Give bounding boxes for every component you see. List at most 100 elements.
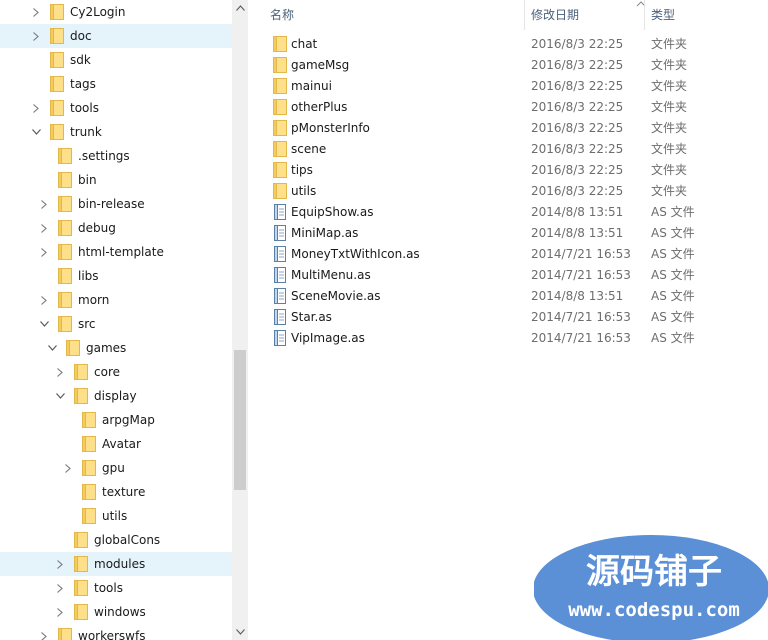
tree-item[interactable]: tools bbox=[0, 96, 232, 120]
tree-item[interactable]: bin bbox=[0, 168, 232, 192]
file-date: 2016/8/3 22:25 bbox=[531, 184, 624, 198]
nav-scrollbar[interactable] bbox=[232, 0, 248, 640]
chevron-right-icon[interactable] bbox=[30, 24, 42, 48]
tree-item-label: core bbox=[94, 365, 120, 379]
tree-item[interactable]: texture bbox=[0, 480, 232, 504]
folder-icon bbox=[273, 120, 287, 136]
scroll-thumb[interactable] bbox=[234, 350, 246, 490]
chevron-right-icon[interactable] bbox=[62, 456, 74, 480]
tree-item[interactable]: windows bbox=[0, 600, 232, 624]
tree-item[interactable]: doc bbox=[0, 24, 232, 48]
file-row[interactable]: chat 2016/8/3 22:25 文件夹 bbox=[248, 34, 768, 55]
tree-item[interactable]: bin-release bbox=[0, 192, 232, 216]
file-row[interactable]: tips 2016/8/3 22:25 文件夹 bbox=[248, 160, 768, 181]
file-date: 2014/8/8 13:51 bbox=[531, 205, 624, 219]
file-name: scene bbox=[291, 142, 327, 156]
file-row[interactable]: EquipShow.as 2014/8/8 13:51 AS 文件 bbox=[248, 202, 768, 223]
folder-icon bbox=[273, 36, 287, 52]
file-row[interactable]: utils 2016/8/3 22:25 文件夹 bbox=[248, 181, 768, 202]
tree-item[interactable]: debug bbox=[0, 216, 232, 240]
tree-item[interactable]: Avatar bbox=[0, 432, 232, 456]
file-row[interactable]: Star.as 2014/7/21 16:53 AS 文件 bbox=[248, 307, 768, 328]
file-name: Star.as bbox=[291, 310, 332, 324]
column-separator[interactable] bbox=[644, 0, 645, 30]
scroll-down-arrow[interactable] bbox=[232, 624, 248, 640]
column-header-type[interactable]: 类型 bbox=[651, 0, 675, 30]
tree-item[interactable]: gpu bbox=[0, 456, 232, 480]
chevron-right-icon[interactable] bbox=[38, 192, 50, 216]
chevron-right-icon[interactable] bbox=[54, 600, 66, 624]
tree-item-label: gpu bbox=[102, 461, 125, 475]
file-row[interactable]: otherPlus 2016/8/3 22:25 文件夹 bbox=[248, 97, 768, 118]
tree-item[interactable]: .settings bbox=[0, 144, 232, 168]
file-row[interactable]: pMonsterInfo 2016/8/3 22:25 文件夹 bbox=[248, 118, 768, 139]
file-name: VipImage.as bbox=[291, 331, 365, 345]
chevron-right-icon[interactable] bbox=[54, 360, 66, 384]
tree-item[interactable]: core bbox=[0, 360, 232, 384]
tree-item[interactable]: display bbox=[0, 384, 232, 408]
file-date: 2014/7/21 16:53 bbox=[531, 310, 631, 324]
file-row[interactable]: scene 2016/8/3 22:25 文件夹 bbox=[248, 139, 768, 160]
file-row[interactable]: MiniMap.as 2014/8/8 13:51 AS 文件 bbox=[248, 223, 768, 244]
tree-item[interactable]: html-template bbox=[0, 240, 232, 264]
tree-item[interactable]: games bbox=[0, 336, 232, 360]
column-header-date[interactable]: 修改日期 bbox=[531, 0, 579, 30]
chevron-right-icon[interactable] bbox=[54, 576, 66, 600]
tree-item[interactable]: modules bbox=[0, 552, 232, 576]
tree-item[interactable]: tools bbox=[0, 576, 232, 600]
chevron-down-icon[interactable] bbox=[46, 336, 58, 360]
file-row[interactable]: MoneyTxtWithIcon.as 2014/7/21 16:53 AS 文件 bbox=[248, 244, 768, 265]
tree-item[interactable]: sdk bbox=[0, 48, 232, 72]
tree-item[interactable]: utils bbox=[0, 504, 232, 528]
chevron-down-icon[interactable] bbox=[30, 120, 42, 144]
tree-item-label: trunk bbox=[70, 125, 102, 139]
chevron-right-icon[interactable] bbox=[38, 624, 50, 640]
file-type: AS 文件 bbox=[651, 205, 695, 219]
tree-item-label: html-template bbox=[78, 245, 164, 259]
chevron-down-icon[interactable] bbox=[54, 384, 66, 408]
tree-item[interactable]: src bbox=[0, 312, 232, 336]
tree-item[interactable]: arpgMap bbox=[0, 408, 232, 432]
tree-item-label: bin bbox=[78, 173, 97, 187]
tree-item[interactable]: libs bbox=[0, 264, 232, 288]
file-date: 2016/8/3 22:25 bbox=[531, 79, 624, 93]
tree-item-label: workerswfs bbox=[78, 629, 146, 640]
folder-icon bbox=[74, 556, 88, 572]
tree-item[interactable]: workerswfs bbox=[0, 624, 232, 640]
tree-item-label: src bbox=[78, 317, 96, 331]
column-header-name[interactable]: 名称 bbox=[270, 0, 294, 30]
file-type: AS 文件 bbox=[651, 310, 695, 324]
tree-item-label: globalCons bbox=[94, 533, 161, 547]
tree-item[interactable]: globalCons bbox=[0, 528, 232, 552]
chevron-right-icon[interactable] bbox=[30, 96, 42, 120]
file-type: AS 文件 bbox=[651, 289, 695, 303]
chevron-right-icon[interactable] bbox=[38, 216, 50, 240]
folder-icon bbox=[50, 28, 64, 44]
chevron-right-icon[interactable] bbox=[38, 240, 50, 264]
tree-item-label: debug bbox=[78, 221, 116, 235]
tree-item[interactable]: trunk bbox=[0, 120, 232, 144]
tree-item[interactable]: Cy2Login bbox=[0, 0, 232, 24]
folder-icon bbox=[50, 76, 64, 92]
file-row[interactable]: mainui 2016/8/3 22:25 文件夹 bbox=[248, 76, 768, 97]
tree-item-label: Avatar bbox=[102, 437, 141, 451]
chevron-down-icon[interactable] bbox=[38, 312, 50, 336]
file-row[interactable]: VipImage.as 2014/7/21 16:53 AS 文件 bbox=[248, 328, 768, 349]
tree-item-label: tags bbox=[70, 77, 96, 91]
folder-icon bbox=[74, 388, 88, 404]
chevron-right-icon[interactable] bbox=[30, 0, 42, 24]
file-row[interactable]: gameMsg 2016/8/3 22:25 文件夹 bbox=[248, 55, 768, 76]
file-row[interactable]: SceneMovie.as 2014/8/8 13:51 AS 文件 bbox=[248, 286, 768, 307]
file-name: chat bbox=[291, 37, 318, 51]
chevron-right-icon[interactable] bbox=[54, 552, 66, 576]
file-date: 2016/8/3 22:25 bbox=[531, 142, 624, 156]
file-row[interactable]: MultiMenu.as 2014/7/21 16:53 AS 文件 bbox=[248, 265, 768, 286]
tree-item[interactable]: morn bbox=[0, 288, 232, 312]
folder-icon bbox=[50, 52, 64, 68]
scroll-up-arrow[interactable] bbox=[232, 0, 248, 16]
chevron-right-icon[interactable] bbox=[38, 288, 50, 312]
tree-item[interactable]: tags bbox=[0, 72, 232, 96]
file-name: MultiMenu.as bbox=[291, 268, 371, 282]
file-name: otherPlus bbox=[291, 100, 348, 114]
column-separator[interactable] bbox=[524, 0, 525, 30]
